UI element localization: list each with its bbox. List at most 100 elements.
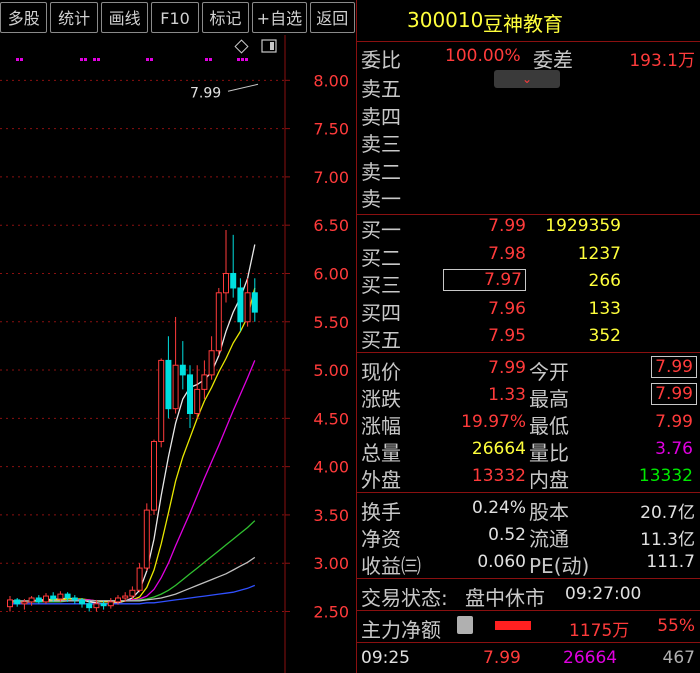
- kline-chart[interactable]: 8.00 7.50 7.00 6.50 6.00 5.50 5.00 4.50 4.00 3.50…: [0, 35, 355, 673]
- collapse-chevron-icon[interactable]: ⌄: [494, 70, 560, 88]
- high-marker-label: 7.99: [190, 85, 221, 101]
- candle-body: [165, 359, 172, 410]
- zongliang-value: 26664: [471, 439, 526, 459]
- buy-level-volume: 133: [588, 298, 621, 319]
- candle-body: [122, 595, 129, 599]
- candle-body: [100, 603, 107, 607]
- price-tick-label: 5.50: [313, 313, 349, 332]
- chart-toolbar: 多股 统计 画线 F10 标记 +自选 返回: [0, 0, 356, 35]
- sell-level-label: 卖四: [361, 104, 401, 129]
- price-tick-label: 7.50: [313, 120, 349, 139]
- neipan-value: 13332: [638, 466, 693, 486]
- candle-body: [237, 287, 244, 323]
- buy-level-label: 买二: [361, 245, 401, 270]
- zuigao-label: 最高: [529, 387, 569, 411]
- tick-count: 467: [662, 648, 695, 668]
- buy-level-volume: 352: [588, 326, 621, 346]
- zuigao-value: 7.99: [651, 383, 697, 405]
- price-tick-label: 6.50: [313, 216, 349, 235]
- candle-body: [172, 364, 179, 410]
- price-tick-label: 5.00: [313, 361, 349, 380]
- candle-body: [43, 595, 49, 603]
- candle-body: [215, 292, 222, 352]
- moving-average-line: [9, 360, 256, 605]
- waipan-label: 外盘: [361, 468, 401, 492]
- candle-body: [187, 374, 193, 415]
- wei-cha-value: 193.1万: [629, 51, 695, 71]
- buy-level-price[interactable]: 7.97: [443, 269, 526, 291]
- huanshou-value: 0.24%: [471, 498, 526, 518]
- buy-level-label: 买五: [361, 328, 401, 352]
- candle-body: [115, 597, 121, 603]
- pe-label: PE(动): [529, 554, 590, 578]
- candle-body: [208, 350, 215, 376]
- buy-level-label: 买三: [361, 273, 401, 297]
- sell-level-label: 卖一: [361, 187, 401, 211]
- buy-level-price[interactable]: 7.99: [488, 216, 526, 236]
- jinkai-label: 今开: [529, 360, 569, 384]
- mark-button[interactable]: 标记: [201, 2, 250, 33]
- signal-dot: [16, 58, 19, 61]
- candle-body: [28, 597, 35, 603]
- multi-stock-button[interactable]: 多股: [0, 2, 48, 33]
- shouyi-label: 收益㈢: [361, 554, 421, 578]
- price-tick-label: 2.50: [313, 603, 349, 622]
- signal-dot: [245, 58, 248, 61]
- tick-price: 7.99: [483, 648, 521, 668]
- buy-level-volume: 1237: [577, 243, 621, 264]
- jinkai-value: 7.99: [651, 356, 697, 378]
- xianjia-value: 7.99: [488, 358, 526, 378]
- buy-level-label: 买四: [361, 300, 401, 325]
- buy-level-label: 买一: [361, 218, 401, 242]
- list-icon[interactable]: [457, 616, 473, 634]
- candle-body: [7, 599, 13, 608]
- zongliang-label: 总量: [361, 441, 401, 465]
- diamond-icon: [234, 39, 249, 54]
- buy-level-price[interactable]: 7.95: [488, 326, 526, 346]
- stock-name: 豆神教育: [483, 12, 563, 36]
- high-marker-arrow: [227, 83, 259, 92]
- signal-dot: [97, 58, 100, 61]
- candle-body: [21, 601, 28, 605]
- buy-level-price[interactable]: 7.96: [488, 299, 526, 319]
- status-label: 交易状态:: [361, 586, 448, 610]
- candle-body: [158, 359, 165, 443]
- buy-level-volume: 266: [588, 271, 621, 291]
- sell-level-label: 卖三: [361, 132, 401, 156]
- price-tick-label: 4.50: [313, 409, 349, 428]
- zuidi-value: 7.99: [655, 412, 693, 432]
- signal-dot: [20, 58, 23, 61]
- jingzi-label: 净资: [361, 527, 401, 551]
- signal-dot: [205, 58, 208, 61]
- buy-level-price[interactable]: 7.98: [488, 244, 526, 264]
- panel-toggle-fill: [270, 42, 274, 50]
- candle-body: [71, 597, 78, 601]
- price-tick-label: 4.00: [313, 458, 349, 477]
- statistics-button[interactable]: 统计: [50, 2, 98, 33]
- pe-value: 111.7: [646, 552, 695, 572]
- liutong-label: 流通: [529, 527, 569, 551]
- waipan-value: 13332: [471, 466, 526, 486]
- f10-button[interactable]: F10: [151, 2, 199, 33]
- candle-body: [179, 364, 186, 376]
- signal-dot: [93, 58, 96, 61]
- main-flow-amount: 1175万: [569, 621, 630, 641]
- guben-label: 股本: [529, 500, 569, 524]
- liutong-value: 11.3亿: [640, 530, 695, 550]
- quote-panel: 300010 豆神教育 委比 100.00% 委差 193.1万 ⌄ 卖五 卖四卖…: [356, 0, 700, 673]
- candle-body: [136, 567, 143, 591]
- signal-dot: [237, 58, 240, 61]
- draw-line-button[interactable]: 画线: [100, 2, 149, 33]
- back-button[interactable]: 返回: [309, 2, 356, 33]
- candle-body: [143, 509, 150, 569]
- liangbi-label: 量比: [529, 441, 569, 465]
- stock-code: 300010: [407, 8, 484, 32]
- main-flow-label: 主力净额: [361, 618, 441, 642]
- huanshou-label: 换手: [361, 500, 401, 524]
- wei-cha-label: 委差: [533, 48, 573, 72]
- signal-dot: [84, 58, 87, 61]
- buy-level-volume: 1929359: [545, 216, 621, 236]
- status-time: 09:27:00: [565, 584, 642, 604]
- signal-dot: [241, 58, 244, 61]
- add-watchlist-button[interactable]: +自选: [252, 2, 307, 33]
